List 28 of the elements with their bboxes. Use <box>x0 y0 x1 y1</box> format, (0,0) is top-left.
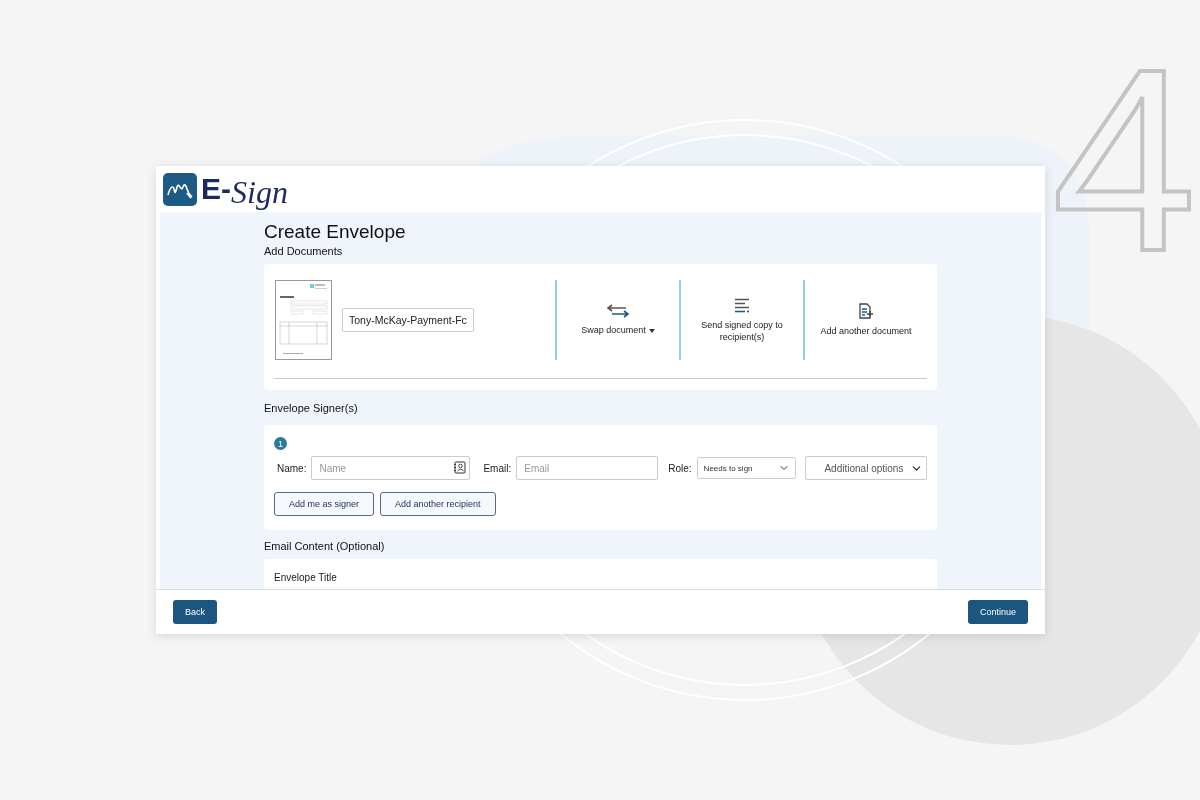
additional-options-dropdown[interactable]: Additional options <box>805 456 927 480</box>
swap-arrows-icon <box>606 304 630 318</box>
section-heading: Email Content (Optional) <box>264 539 386 553</box>
document-action-button[interactable]: Swap document <box>555 280 679 360</box>
file-name-field[interactable]: Tony-McKay-Payment-Fc <box>342 308 474 332</box>
signer-button[interactable]: Add another recipient <box>380 492 496 516</box>
document-action-button[interactable]: Send signed copy to recipient(s) <box>679 280 803 360</box>
add-document-icon <box>858 303 874 319</box>
text-lines-icon <box>734 297 750 313</box>
field-label: Email: <box>483 462 512 474</box>
page-title: Create Envelope <box>264 220 407 244</box>
section-heading: Envelope Signer(s) <box>264 401 359 415</box>
brand-script: Sign <box>231 176 288 208</box>
document-action-button[interactable]: Add another document <box>803 280 927 360</box>
name-field[interactable]: Name <box>311 456 471 480</box>
signer-number: 1 <box>274 437 287 450</box>
brand-prefix: E- <box>201 174 231 204</box>
continue-button[interactable]: Continue <box>967 600 1028 624</box>
section-heading: Add Documents <box>264 244 344 258</box>
field-label: Envelope Title <box>274 572 337 583</box>
field-label: Name: <box>277 462 307 474</box>
contact-card-icon <box>453 461 467 474</box>
field-label: Role: <box>668 462 692 474</box>
back-button[interactable]: Back <box>173 600 217 624</box>
email-field[interactable]: Email <box>516 456 659 480</box>
signer-button[interactable]: Add me as signer <box>274 492 375 516</box>
role-dropdown[interactable]: Needs to sign <box>696 457 797 479</box>
logo-icon <box>163 172 197 206</box>
